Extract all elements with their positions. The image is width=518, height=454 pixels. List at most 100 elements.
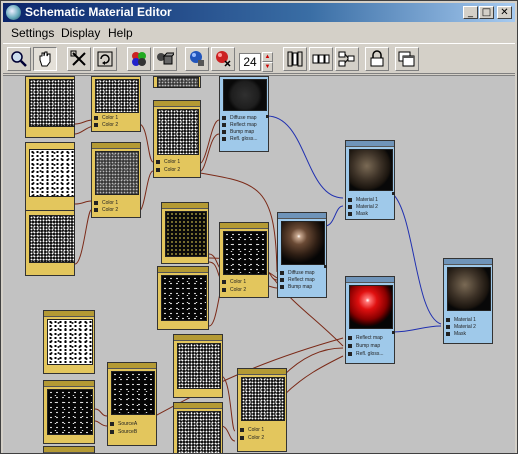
map-node[interactable] bbox=[43, 446, 95, 453]
pan-button[interactable] bbox=[33, 47, 57, 71]
input-slot[interactable] bbox=[240, 428, 244, 432]
map-node[interactable]: Color 1 Color 2 bbox=[91, 142, 141, 218]
input-slot[interactable] bbox=[222, 288, 226, 292]
zoom-icon bbox=[11, 51, 27, 67]
rotate-icon bbox=[97, 51, 113, 67]
map-node[interactable] bbox=[161, 202, 209, 264]
input-slot[interactable] bbox=[110, 422, 114, 426]
input-slot[interactable] bbox=[156, 160, 160, 164]
sphere-cube-icon bbox=[190, 51, 204, 66]
input-slot[interactable] bbox=[348, 212, 352, 216]
input-slot[interactable] bbox=[94, 123, 98, 127]
select-tool-button[interactable] bbox=[67, 47, 91, 71]
map-node[interactable] bbox=[173, 334, 223, 398]
input-slot[interactable] bbox=[222, 137, 226, 141]
layout-button[interactable] bbox=[283, 47, 307, 71]
input-slot[interactable] bbox=[348, 344, 352, 348]
show-spheres-button[interactable] bbox=[127, 47, 151, 71]
zoom-spinner[interactable]: ▲ ▼ bbox=[262, 52, 273, 72]
map-node[interactable] bbox=[25, 142, 75, 214]
map-wire bbox=[198, 119, 220, 165]
map-thumbnail bbox=[47, 319, 93, 365]
material-node[interactable]: Material 1 Material 2 Mask bbox=[345, 140, 395, 220]
minimize-button[interactable]: _ bbox=[463, 6, 478, 19]
columns-button[interactable] bbox=[309, 47, 333, 71]
slot-label: Color 1 bbox=[248, 427, 265, 433]
map-thumbnail bbox=[157, 109, 199, 155]
map-node[interactable] bbox=[157, 266, 209, 330]
input-slot[interactable] bbox=[222, 280, 226, 284]
reset-material-button[interactable] bbox=[211, 47, 235, 71]
assign-material-button[interactable] bbox=[185, 47, 209, 71]
slot-label: Color 2 bbox=[102, 122, 119, 128]
input-slot[interactable] bbox=[222, 130, 226, 134]
node-header bbox=[162, 203, 208, 209]
map-thumbnail bbox=[29, 149, 75, 197]
input-slot[interactable] bbox=[348, 352, 352, 356]
schematic-viewport[interactable]: Color 1 Color 2 Color 1 Color 2 Diffuse … bbox=[3, 75, 515, 453]
slot-label: Diffuse map bbox=[288, 270, 315, 276]
map-node[interactable] bbox=[153, 76, 201, 88]
map-node[interactable]: Color 1 Color 2 bbox=[219, 222, 269, 298]
input-slot[interactable] bbox=[446, 332, 450, 336]
input-slot[interactable] bbox=[94, 201, 98, 205]
close-button[interactable]: ✕ bbox=[497, 6, 512, 19]
map-node[interactable]: SourceA SourceB bbox=[107, 362, 157, 446]
map-node[interactable] bbox=[173, 402, 223, 453]
material-node[interactable]: Material 1 Material 2 Mask bbox=[443, 258, 493, 344]
material-node[interactable]: Diffuse map Reflect map Bump map bbox=[277, 212, 327, 298]
input-slot[interactable] bbox=[94, 208, 98, 212]
zoom-value-field[interactable]: 24 bbox=[239, 53, 261, 71]
input-slot[interactable] bbox=[446, 318, 450, 322]
input-slot[interactable] bbox=[156, 168, 160, 172]
zoom-button[interactable] bbox=[7, 47, 31, 71]
map-node[interactable] bbox=[25, 76, 75, 138]
material-preview bbox=[281, 221, 325, 265]
input-slot[interactable] bbox=[348, 336, 352, 340]
input-slot[interactable] bbox=[222, 116, 226, 120]
map-wire bbox=[94, 420, 108, 427]
input-slot[interactable] bbox=[446, 325, 450, 329]
input-slot[interactable] bbox=[348, 198, 352, 202]
show-cubes-button[interactable] bbox=[153, 47, 177, 71]
map-wire bbox=[220, 375, 236, 432]
input-slot[interactable] bbox=[280, 278, 284, 282]
map-node[interactable] bbox=[25, 210, 75, 276]
input-slot[interactable] bbox=[280, 271, 284, 275]
spinner-down-icon[interactable]: ▼ bbox=[262, 62, 273, 72]
map-thumbnail bbox=[29, 215, 75, 263]
title-bar[interactable]: Schematic Material Editor _ □ ✕ bbox=[3, 3, 515, 22]
map-thumbnail bbox=[241, 377, 285, 421]
input-slot[interactable] bbox=[348, 205, 352, 209]
input-slot[interactable] bbox=[280, 285, 284, 289]
slot-label: Material 1 bbox=[356, 197, 378, 203]
maximize-button[interactable]: □ bbox=[479, 6, 494, 19]
map-thumbnail bbox=[165, 211, 207, 257]
output-port[interactable] bbox=[392, 331, 395, 334]
input-slot[interactable] bbox=[222, 123, 226, 127]
spinner-up-icon[interactable]: ▲ bbox=[262, 52, 273, 62]
slot-label: Reflect map bbox=[356, 335, 383, 341]
output-port[interactable] bbox=[266, 115, 269, 118]
material-node[interactable]: Reflect map Bump map Refl. gloss... bbox=[345, 276, 395, 364]
map-wire bbox=[138, 123, 154, 163]
map-node[interactable]: Color 1 Color 2 bbox=[91, 76, 141, 132]
output-port[interactable] bbox=[324, 265, 327, 268]
menu-help[interactable]: Help bbox=[108, 26, 133, 40]
rotate-tool-button[interactable] bbox=[93, 47, 117, 71]
input-slot[interactable] bbox=[240, 436, 244, 440]
material-node[interactable]: Diffuse map Reflect map Bump map Refl. g… bbox=[219, 76, 269, 152]
output-port[interactable] bbox=[392, 192, 395, 195]
slot-label: SourceB bbox=[118, 429, 138, 435]
menu-display[interactable]: Display bbox=[61, 26, 100, 40]
input-slot[interactable] bbox=[94, 116, 98, 120]
tree-view-button[interactable] bbox=[335, 47, 359, 71]
map-node[interactable]: Color 1 Color 2 bbox=[237, 368, 287, 452]
map-node[interactable] bbox=[43, 380, 95, 444]
input-slot[interactable] bbox=[110, 430, 114, 434]
map-node[interactable]: Color 1 Color 2 bbox=[153, 100, 201, 178]
map-node[interactable] bbox=[43, 310, 95, 374]
menu-settings[interactable]: Settings bbox=[11, 26, 54, 40]
lock-button[interactable] bbox=[365, 47, 389, 71]
windows-button[interactable] bbox=[395, 47, 419, 71]
